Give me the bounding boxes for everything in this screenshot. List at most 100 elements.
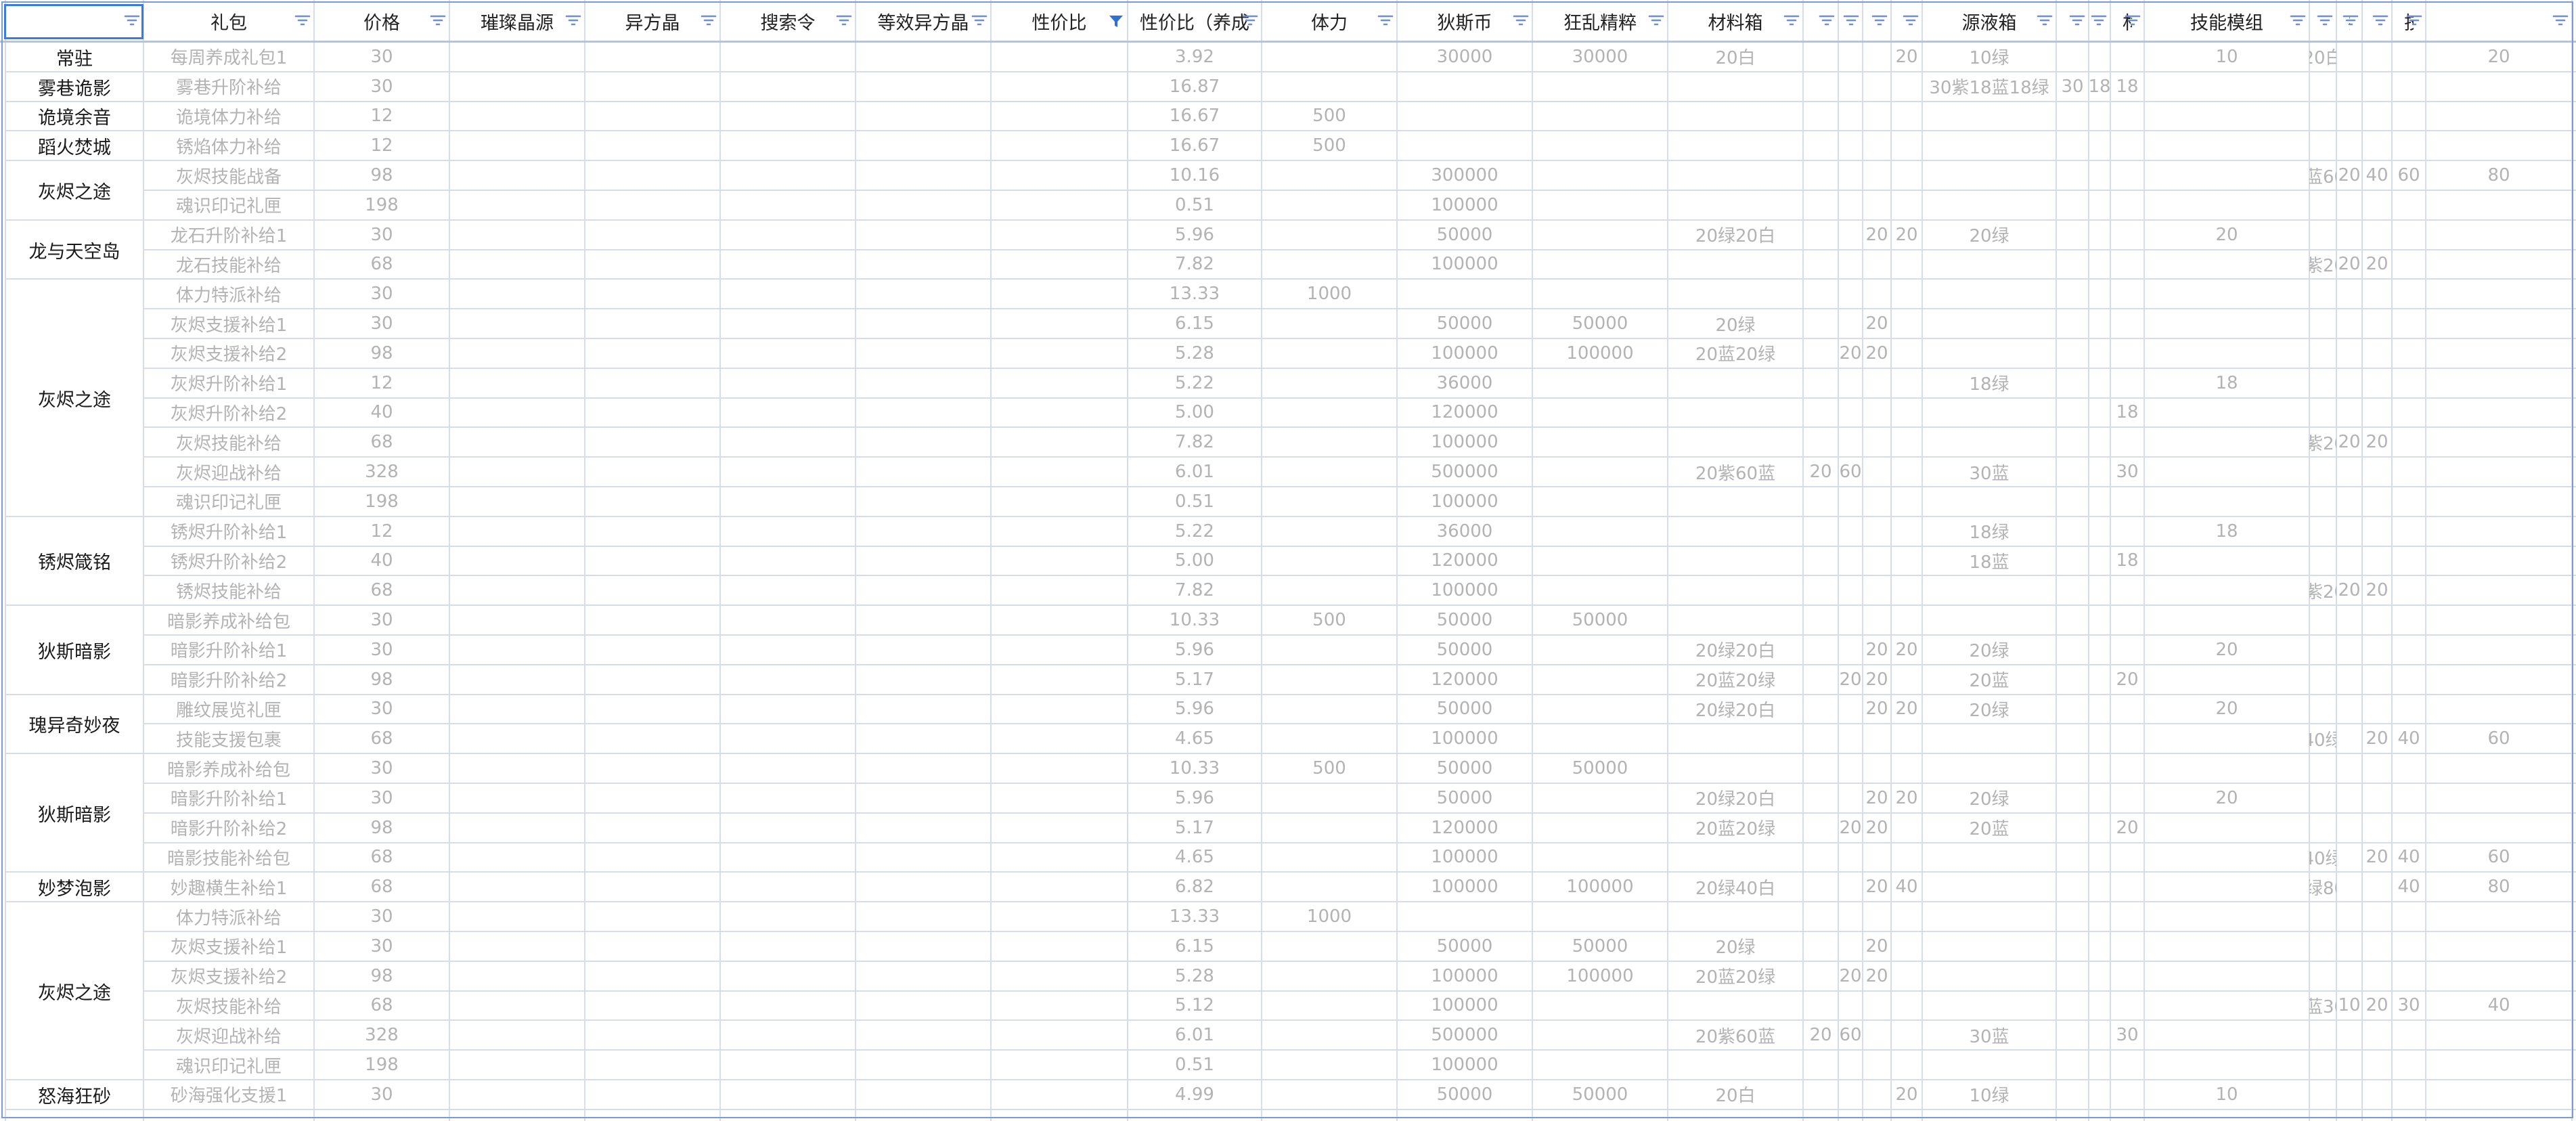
table-cell[interactable] [2426,368,2572,398]
table-cell[interactable] [2089,665,2110,695]
table-cell[interactable] [2110,368,2144,398]
table-cell[interactable] [2426,516,2572,546]
table-cell[interactable]: 50000 [1532,1080,1668,1109]
table-cell[interactable]: 20 [1863,338,1891,368]
table-cell[interactable] [2089,398,2110,428]
table-cell[interactable] [1863,487,1891,516]
table-cell[interactable] [2056,695,2089,724]
table-cell[interactable] [585,991,720,1021]
table-cell[interactable] [449,72,585,102]
table-cell[interactable] [2362,753,2392,783]
table-cell[interactable] [2392,427,2426,457]
table-cell[interactable] [585,131,720,160]
table-cell[interactable]: 68 [314,724,449,753]
table-cell[interactable]: 5.96 [1128,220,1262,250]
selected-cell[interactable] [4,4,143,39]
table-cell[interactable] [856,753,991,783]
table-cell[interactable]: 50000 [1397,783,1532,813]
table-cell[interactable]: 198 [314,190,449,220]
table-cell[interactable]: 100000 [1532,338,1668,368]
table-cell[interactable]: 30 [314,72,449,102]
table-cell[interactable]: 20紫20蓝 [2309,575,2336,605]
filter-button[interactable] [2068,12,2086,30]
table-cell[interactable] [2426,309,2572,338]
table-cell[interactable]: 0.51 [1128,190,1262,220]
filter-button[interactable] [2316,12,2334,30]
table-cell[interactable]: 100000 [1532,961,1668,991]
filter-button[interactable] [1377,12,1394,30]
table-cell[interactable]: 10.33 [1128,753,1262,783]
table-cell[interactable] [2110,190,2144,220]
table-cell[interactable]: 30 [2110,457,2144,487]
table-cell[interactable] [1922,931,2056,961]
table-cell[interactable] [856,72,991,102]
table-cell[interactable] [2392,961,2426,991]
table-cell[interactable] [1803,72,1838,102]
table-cell[interactable] [720,398,856,428]
table-cell[interactable] [1922,487,2056,516]
table-cell[interactable]: 100000 [1397,427,1532,457]
table-cell[interactable]: 灰烬支援补给1 [143,931,314,961]
table-cell[interactable] [1922,605,2056,635]
table-cell[interactable] [2089,279,2110,309]
table-cell[interactable]: 暗影技能补给包 [143,843,314,873]
table-cell[interactable] [856,102,991,131]
table-cell[interactable]: 20白 [1668,42,1803,72]
table-cell[interactable]: 20绿20白 [1668,220,1803,250]
table-cell[interactable] [1262,872,1397,902]
table-cell[interactable]: 灰烬迎战补给 [143,457,314,487]
table-cell[interactable] [449,220,585,250]
table-cell[interactable]: 5.00 [1128,546,1262,576]
table-cell[interactable] [449,102,585,131]
table-cell[interactable] [2426,220,2572,250]
table-cell[interactable] [1262,309,1397,338]
table-cell[interactable] [2056,427,2089,457]
table-cell[interactable] [856,991,991,1021]
table-cell[interactable] [1262,1080,1397,1109]
table-cell[interactable] [2426,635,2572,665]
table-cell[interactable]: 4.65 [1128,843,1262,873]
table-cell[interactable] [449,42,585,72]
table-cell[interactable] [1262,575,1397,605]
table-cell[interactable]: 18 [2144,368,2309,398]
table-cell[interactable]: 20 [1863,220,1891,250]
table-cell[interactable] [2392,1050,2426,1080]
table-cell[interactable] [2426,250,2572,280]
table-cell[interactable] [2336,665,2362,695]
table-cell[interactable] [2362,102,2392,131]
table-cell[interactable]: 18 [2110,546,2144,576]
table-cell[interactable] [2392,398,2426,428]
table-cell[interactable] [1863,368,1891,398]
table-cell[interactable]: 100000 [1397,575,1532,605]
table-cell[interactable] [2362,220,2392,250]
table-cell[interactable]: 5.96 [1128,635,1262,665]
table-cell[interactable] [1838,753,1863,783]
table-cell[interactable]: 20蓝20绿 [1668,813,1803,843]
table-cell[interactable]: 魂识印记礼匣 [143,1050,314,1080]
table-cell[interactable] [2336,635,2362,665]
table-cell[interactable] [2056,487,2089,516]
table-cell[interactable] [1803,160,1838,190]
table-cell[interactable] [1803,753,1838,783]
table-cell[interactable] [856,427,991,457]
table-cell[interactable] [2056,546,2089,576]
table-cell[interactable]: 每周养成礼包1 [143,42,314,72]
table-cell[interactable] [585,931,720,961]
table-cell[interactable] [1838,72,1863,102]
table-cell[interactable] [2089,575,2110,605]
table-cell[interactable] [449,991,585,1021]
table-cell[interactable] [585,220,720,250]
table-cell[interactable] [449,665,585,695]
table-cell[interactable] [720,931,856,961]
table-cell[interactable] [2362,961,2392,991]
table-cell[interactable] [991,902,1128,931]
table-cell[interactable] [2110,931,2144,961]
table-cell[interactable] [2362,695,2392,724]
table-cell[interactable] [2392,487,2426,516]
table-cell[interactable]: 30 [314,902,449,931]
filter-button[interactable] [835,12,853,30]
table-cell[interactable]: 30蓝 [1922,457,2056,487]
table-cell[interactable] [856,487,991,516]
table-cell[interactable] [856,546,991,576]
table-cell[interactable] [2362,1020,2392,1050]
